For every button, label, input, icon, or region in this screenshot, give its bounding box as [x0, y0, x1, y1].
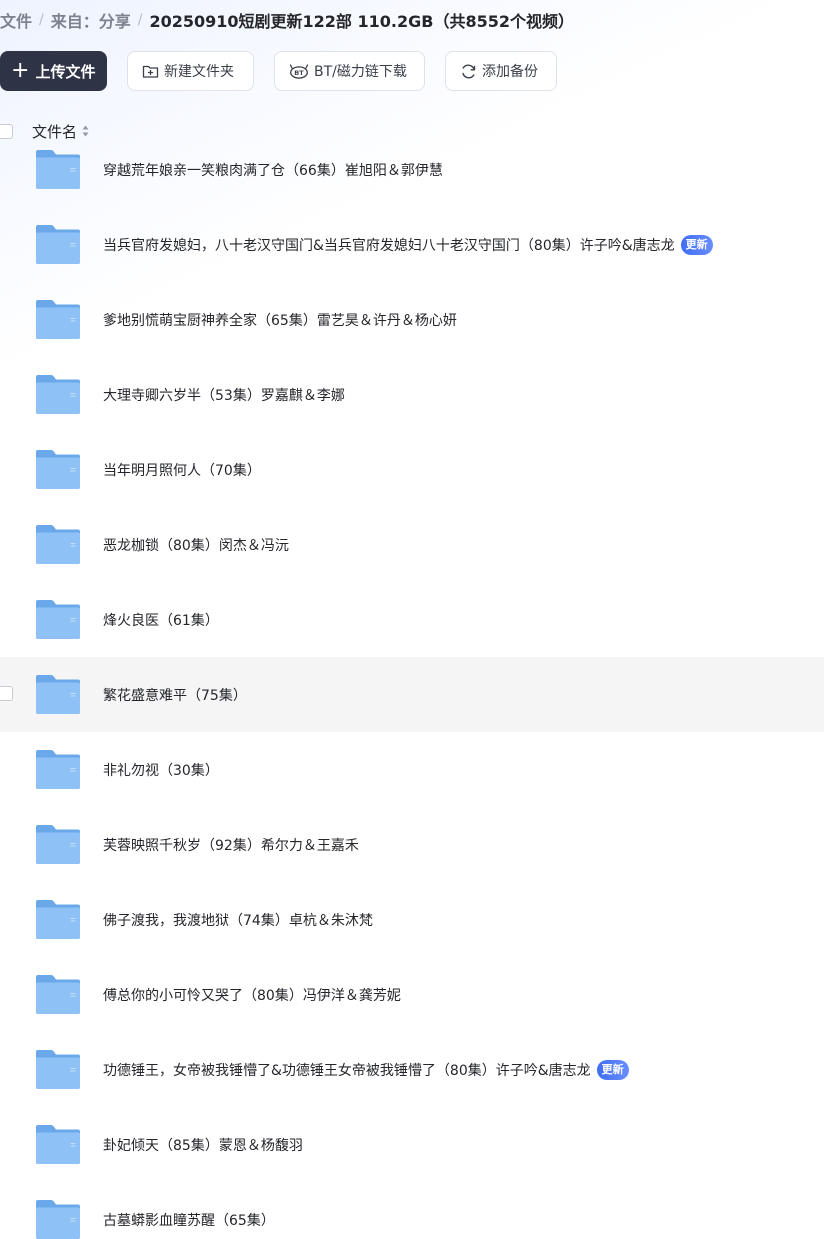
file-name-text: 大理寺卿六岁半（53集）罗嘉麒＆李娜 [103, 387, 345, 404]
file-row[interactable]: 烽火良医（61集） [0, 582, 824, 657]
file-name-text: 佛子渡我，我渡地狱（74集）卓杭＆朱沐梵 [103, 912, 373, 929]
file-name-text: 傅总你的小可怜又哭了（80集）冯伊洋＆龚芳妮 [103, 987, 401, 1004]
file-name-text: 穿越荒年娘亲一笑粮肉满了仓（66集）崔旭阳＆郭伊慧 [103, 162, 443, 179]
file-name-text: 烽火良医（61集） [103, 612, 219, 629]
file-name[interactable]: 当年明月照何人（70集） [103, 460, 261, 480]
file-row[interactable]: 爹地别慌萌宝厨神养全家（65集）雷艺昊＆许丹＆杨心妍 [0, 282, 824, 357]
breadcrumb-separator: / [137, 12, 143, 28]
file-row[interactable]: 穿越荒年娘亲一笑粮肉满了仓（66集）崔旭阳＆郭伊慧 [0, 132, 824, 207]
svg-text:BT: BT [294, 69, 304, 77]
folder-icon [36, 450, 80, 489]
file-name[interactable]: 非礼勿视（30集） [103, 760, 219, 780]
file-name[interactable]: 烽火良医（61集） [103, 610, 219, 630]
plus-icon: + [11, 58, 30, 83]
file-name-text: 当兵官府发媳妇，八十老汉守国门&当兵官府发媳妇八十老汉守国门（80集）许子吟&唐… [103, 237, 675, 254]
file-name-text: 恶龙枷锁（80集）闵杰＆冯沅 [103, 537, 289, 554]
file-name[interactable]: 佛子渡我，我渡地狱（74集）卓杭＆朱沐梵 [103, 910, 373, 930]
folder-icon [36, 225, 80, 264]
bt-magnet-download-button-label: BT/磁力链下载 [314, 64, 407, 80]
file-row[interactable]: 古墓蟒影血瞳苏醒（65集） [0, 1182, 824, 1239]
file-row[interactable]: 佛子渡我，我渡地狱（74集）卓杭＆朱沐梵 [0, 882, 824, 957]
file-name[interactable]: 恶龙枷锁（80集）闵杰＆冯沅 [103, 535, 289, 555]
new-folder-button-label: 新建文件夹 [164, 64, 234, 80]
file-row[interactable]: 大理寺卿六岁半（53集）罗嘉麒＆李娜 [0, 357, 824, 432]
file-name[interactable]: 芙蓉映照千秋岁（92集）希尔力＆王嘉禾 [103, 835, 359, 855]
file-row[interactable]: 卦妃倾天（85集）蒙恩＆杨馥羽 [0, 1107, 824, 1182]
file-name[interactable]: 卦妃倾天（85集）蒙恩＆杨馥羽 [103, 1135, 303, 1155]
file-list: 穿越荒年娘亲一笑粮肉满了仓（66集）崔旭阳＆郭伊慧 当兵官府发媳妇，八十老汉守国… [0, 132, 824, 1239]
folder-icon [36, 975, 80, 1014]
update-badge: 更新 [680, 234, 713, 255]
file-name-text: 芙蓉映照千秋岁（92集）希尔力＆王嘉禾 [103, 837, 359, 854]
file-row[interactable]: 当年明月照何人（70集） [0, 432, 824, 507]
breadcrumb-current-folder: 20250910短剧更新122部 110.2GB（共8552个视频） [149, 12, 574, 31]
folder-icon [36, 600, 80, 639]
breadcrumb-item-shared[interactable]: 来自：分享 [51, 8, 131, 32]
folder-icon [36, 1050, 80, 1089]
upload-button[interactable]: + 上传文件 [0, 51, 107, 91]
update-badge: 更新 [596, 1059, 629, 1080]
file-name-text: 繁花盛意难平（75集） [103, 687, 247, 704]
new-folder-button[interactable]: 新建文件夹 [127, 51, 254, 91]
add-backup-button-label: 添加备份 [482, 64, 538, 80]
breadcrumb: 文件 / 来自：分享 / 20250910短剧更新122部 110.2GB（共8… [0, 6, 574, 34]
file-name[interactable]: 傅总你的小可怜又哭了（80集）冯伊洋＆龚芳妮 [103, 985, 401, 1005]
folder-icon [36, 900, 80, 939]
folder-icon [36, 1125, 80, 1164]
bt-magnet-download-button[interactable]: BT BT/磁力链下载 [274, 51, 425, 91]
file-name-text: 爹地别慌萌宝厨神养全家（65集）雷艺昊＆许丹＆杨心妍 [103, 312, 457, 329]
file-name[interactable]: 大理寺卿六岁半（53集）罗嘉麒＆李娜 [103, 385, 345, 405]
folder-icon [36, 750, 80, 789]
file-name-text: 当年明月照何人（70集） [103, 462, 261, 479]
folder-icon [36, 375, 80, 414]
file-name-text: 功德锤王，女帝被我锤懵了&功德锤王女帝被我锤懵了（80集）许子吟&唐志龙 [103, 1062, 591, 1079]
file-name-text: 卦妃倾天（85集）蒙恩＆杨馥羽 [103, 1137, 303, 1154]
folder-icon [36, 150, 80, 189]
new-folder-icon [142, 65, 159, 78]
file-row[interactable]: 傅总你的小可怜又哭了（80集）冯伊洋＆龚芳妮 [0, 957, 824, 1032]
toolbar: + 上传文件 新建文件夹 BT BT/磁力链下载 添加备份 [0, 51, 557, 91]
sync-icon [462, 64, 476, 78]
folder-icon [36, 675, 80, 714]
breadcrumb-item-files[interactable]: 文件 [0, 8, 32, 32]
folder-icon [36, 825, 80, 864]
folder-icon [36, 525, 80, 564]
add-backup-button[interactable]: 添加备份 [445, 51, 557, 91]
file-name[interactable]: 当兵官府发媳妇，八十老汉守国门&当兵官府发媳妇八十老汉守国门（80集）许子吟&唐… [103, 234, 713, 255]
bt-icon: BT [289, 64, 309, 79]
row-checkbox[interactable] [0, 686, 13, 701]
file-row[interactable]: 芙蓉映照千秋岁（92集）希尔力＆王嘉禾 [0, 807, 824, 882]
file-row[interactable]: 功德锤王，女帝被我锤懵了&功德锤王女帝被我锤懵了（80集）许子吟&唐志龙 更新 [0, 1032, 824, 1107]
file-name[interactable]: 功德锤王，女帝被我锤懵了&功德锤王女帝被我锤懵了（80集）许子吟&唐志龙 更新 [103, 1059, 629, 1080]
folder-icon [36, 1200, 80, 1239]
file-row[interactable]: 恶龙枷锁（80集）闵杰＆冯沅 [0, 507, 824, 582]
file-name-text: 古墓蟒影血瞳苏醒（65集） [103, 1212, 275, 1229]
breadcrumb-separator: / [39, 12, 44, 28]
file-row[interactable]: 繁花盛意难平（75集） [0, 657, 824, 732]
file-row[interactable]: 当兵官府发媳妇，八十老汉守国门&当兵官府发媳妇八十老汉守国门（80集）许子吟&唐… [0, 207, 824, 282]
file-row[interactable]: 非礼勿视（30集） [0, 732, 824, 807]
file-name[interactable]: 繁花盛意难平（75集） [103, 685, 247, 705]
file-name-text: 非礼勿视（30集） [103, 762, 219, 779]
file-name[interactable]: 古墓蟒影血瞳苏醒（65集） [103, 1210, 275, 1230]
folder-icon [36, 300, 80, 339]
file-name[interactable]: 爹地别慌萌宝厨神养全家（65集）雷艺昊＆许丹＆杨心妍 [103, 310, 457, 330]
upload-button-label: 上传文件 [35, 62, 96, 81]
file-name[interactable]: 穿越荒年娘亲一笑粮肉满了仓（66集）崔旭阳＆郭伊慧 [103, 160, 443, 180]
